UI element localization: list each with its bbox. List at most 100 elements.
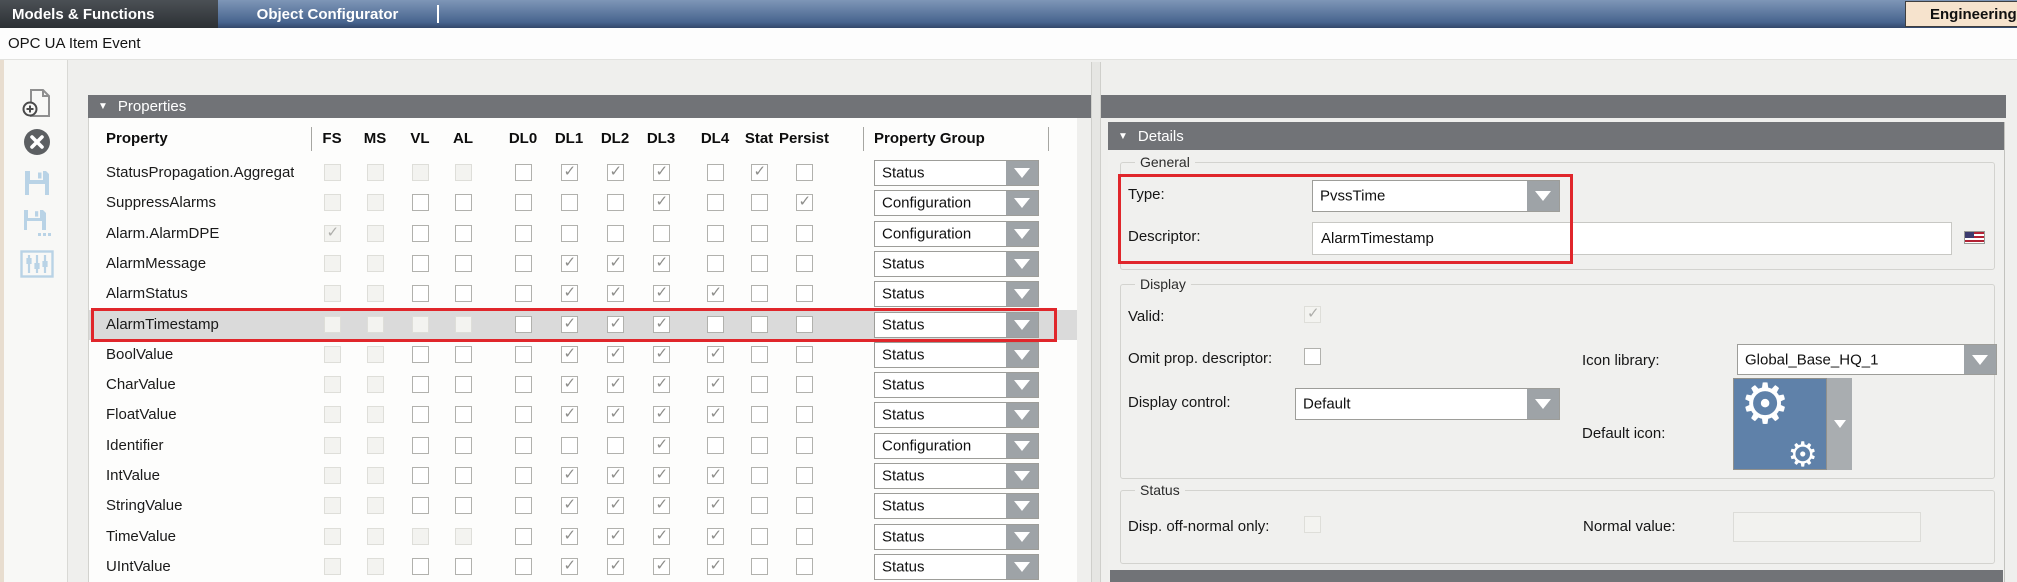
checkbox-dl1[interactable] (561, 406, 578, 423)
checkbox-persist[interactable] (796, 164, 813, 181)
checkbox-dl4[interactable] (707, 225, 724, 242)
checkbox-dl2[interactable] (607, 164, 624, 181)
checkbox-dl1[interactable] (561, 497, 578, 514)
checkbox-al[interactable] (455, 225, 472, 242)
property-group-select[interactable]: Status (874, 281, 1039, 307)
checkbox-al[interactable] (455, 194, 472, 211)
checkbox-dl2[interactable] (607, 194, 624, 211)
icon-library-select[interactable]: Global_Base_HQ_1 (1737, 344, 1997, 375)
table-row[interactable]: StringValueStatus (89, 491, 1077, 521)
property-group-select[interactable]: Status (874, 554, 1039, 580)
checkbox-vl[interactable] (412, 437, 429, 454)
checkbox-dl4[interactable] (707, 528, 724, 545)
chevron-down-icon[interactable] (1006, 282, 1038, 306)
table-row[interactable]: IdentifierConfiguration (89, 431, 1077, 461)
checkbox-dl4[interactable] (707, 376, 724, 393)
property-group-select[interactable]: Status (874, 372, 1039, 398)
properties-section-header[interactable]: ▼ Properties (88, 95, 2006, 118)
chevron-down-icon[interactable] (1006, 464, 1038, 488)
checkbox-dl2[interactable] (607, 497, 624, 514)
checkbox-vl[interactable] (412, 376, 429, 393)
checkbox-vl[interactable] (412, 406, 429, 423)
chevron-down-icon[interactable] (1527, 389, 1559, 419)
checkbox-stat[interactable] (751, 285, 768, 302)
chevron-down-icon[interactable] (1006, 161, 1038, 185)
table-row[interactable]: StatusPropagation.AggregatStatus (89, 158, 1077, 188)
checkbox-vl[interactable] (412, 194, 429, 211)
chevron-down-icon[interactable] (1006, 555, 1038, 579)
checkbox-dl2[interactable] (607, 376, 624, 393)
checkbox-al[interactable] (455, 497, 472, 514)
checkbox-dl3[interactable] (653, 316, 670, 333)
checkbox-dl4[interactable] (707, 558, 724, 575)
checkbox-dl1[interactable] (561, 528, 578, 545)
checkbox-dl3[interactable] (653, 255, 670, 272)
chevron-down-icon[interactable] (1006, 525, 1038, 549)
checkbox-dl2[interactable] (607, 528, 624, 545)
checkbox-vl[interactable] (412, 285, 429, 302)
checkbox-persist[interactable] (796, 316, 813, 333)
checkbox-dl3[interactable] (653, 467, 670, 484)
checkbox-dl4[interactable] (707, 194, 724, 211)
checkbox-al[interactable] (455, 376, 472, 393)
checkbox-dl1[interactable] (561, 285, 578, 302)
checkbox-stat[interactable] (751, 497, 768, 514)
type-select[interactable]: PvssTime (1312, 180, 1560, 212)
property-group-select[interactable]: Status (874, 402, 1039, 428)
checkbox-al[interactable] (455, 558, 472, 575)
checkbox-persist[interactable] (796, 255, 813, 272)
table-row[interactable]: UIntValueStatus (89, 552, 1077, 582)
checkbox-stat[interactable] (751, 376, 768, 393)
chevron-down-icon[interactable] (1527, 181, 1559, 211)
checkbox-dl3[interactable] (653, 285, 670, 302)
checkbox-dl4[interactable] (707, 285, 724, 302)
checkbox-dl3[interactable] (653, 164, 670, 181)
checkbox-dl2[interactable] (607, 346, 624, 363)
table-row[interactable]: FloatValueStatus (89, 400, 1077, 430)
checkbox-persist[interactable] (796, 467, 813, 484)
checkbox-dl3[interactable] (653, 194, 670, 211)
property-group-select[interactable]: Status (874, 524, 1039, 550)
chevron-down-icon[interactable] (1006, 434, 1038, 458)
checkbox-dl3[interactable] (653, 497, 670, 514)
checkbox-dl1[interactable] (561, 346, 578, 363)
chevron-down-icon[interactable] (1006, 191, 1038, 215)
checkbox-stat[interactable] (751, 194, 768, 211)
checkbox-dl1[interactable] (561, 164, 578, 181)
checkbox-stat[interactable] (751, 255, 768, 272)
checkbox-dl1[interactable] (561, 255, 578, 272)
checkbox-dl0[interactable] (515, 255, 532, 272)
checkbox-vl[interactable] (412, 497, 429, 514)
property-group-select[interactable]: Status (874, 342, 1039, 368)
checkbox-al[interactable] (455, 437, 472, 454)
checkbox-dl4[interactable] (707, 164, 724, 181)
language-flag-icon[interactable] (1964, 231, 1985, 244)
table-row[interactable]: SuppressAlarmsConfiguration (89, 188, 1077, 218)
new-document-icon[interactable] (18, 86, 56, 120)
checkbox-vl[interactable] (412, 558, 429, 575)
chevron-down-icon[interactable] (1006, 403, 1038, 427)
checkbox-dl0[interactable] (515, 346, 532, 363)
checkbox-dl0[interactable] (515, 376, 532, 393)
checkbox-stat[interactable] (751, 528, 768, 545)
checkbox-dl4[interactable] (707, 346, 724, 363)
checkbox-dl3[interactable] (653, 376, 670, 393)
parameters-sliders-icon[interactable] (18, 247, 56, 281)
table-row[interactable]: AlarmMessageStatus (89, 249, 1077, 279)
chevron-down-icon[interactable] (1006, 252, 1038, 276)
checkbox-dl1[interactable] (561, 467, 578, 484)
checkbox-dl3[interactable] (653, 437, 670, 454)
checkbox-dl0[interactable] (515, 528, 532, 545)
checkbox-dl0[interactable] (515, 497, 532, 514)
tab-models-functions[interactable]: Models & Functions (0, 0, 218, 28)
default-icon-dropdown[interactable] (1827, 378, 1852, 470)
table-row[interactable]: AlarmStatusStatus (89, 279, 1077, 309)
chevron-down-icon[interactable] (1006, 373, 1038, 397)
checkbox-stat[interactable] (751, 437, 768, 454)
property-group-select[interactable]: Configuration (874, 433, 1039, 459)
property-group-select[interactable]: Configuration (874, 221, 1039, 247)
checkbox-dl3[interactable] (653, 346, 670, 363)
checkbox-dl2[interactable] (607, 316, 624, 333)
table-row[interactable]: Alarm.AlarmDPEConfiguration (89, 219, 1077, 249)
checkbox-al[interactable] (455, 255, 472, 272)
